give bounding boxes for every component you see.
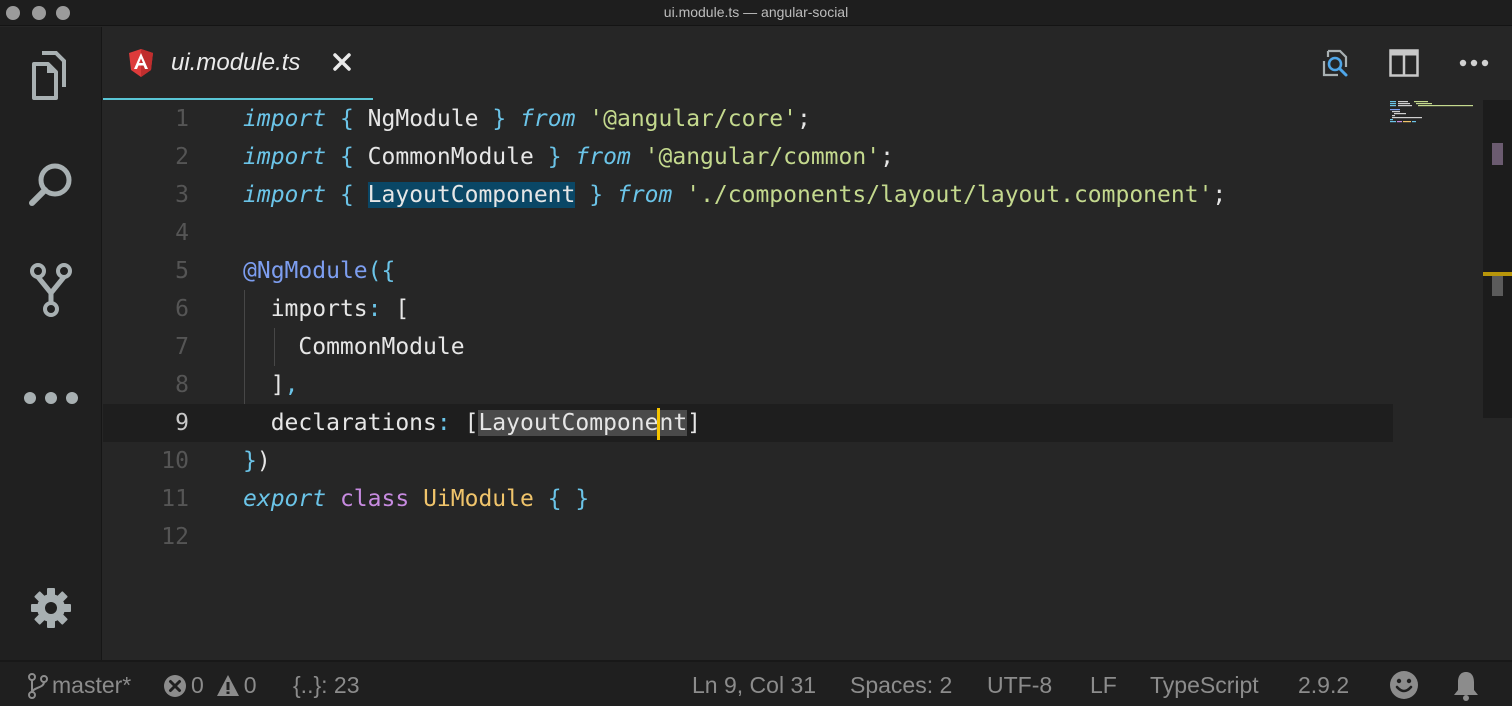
ts-version-label: 2.9.2 — [1298, 672, 1350, 698]
angular-icon — [129, 49, 153, 82]
line-number: 2 — [175, 144, 189, 170]
symbols-indicator[interactable]: {..}: 23 — [293, 672, 360, 699]
eol-label: LF — [1090, 672, 1117, 698]
split-editor-button[interactable] — [1386, 45, 1422, 81]
line-number: 8 — [175, 372, 189, 398]
activity-search[interactable] — [22, 155, 80, 213]
smiley-icon — [1390, 671, 1418, 699]
line-number: 7 — [175, 334, 189, 360]
language-mode[interactable]: TypeScript — [1150, 672, 1259, 699]
warning-icon — [216, 674, 239, 696]
code-line: 11 export class UiModule { } — [103, 480, 1393, 518]
window-title: ui.module.ts — angular-social — [663, 4, 849, 20]
code-text: declarations: [LayoutComponent] — [243, 404, 701, 442]
files-icon — [32, 50, 74, 100]
code-line: 12 — [103, 518, 1393, 556]
code-line: 5 @NgModule({ — [103, 252, 1393, 290]
activity-more[interactable] — [22, 369, 80, 427]
code-line: 7 CommonModule — [103, 328, 1393, 366]
status-bar: master* 0 0 {..}: 23 Ln 9, Col 31 Spaces… — [0, 660, 1512, 706]
end-of-line[interactable]: LF — [1090, 672, 1117, 699]
scrollbar-selection-marker — [1492, 276, 1503, 296]
code-line: 3 import { LayoutComponent } from './com… — [103, 176, 1393, 214]
code-text: import { CommonModule } from '@angular/c… — [243, 144, 894, 170]
more-actions-button[interactable] — [1456, 45, 1492, 81]
word-highlight: LayoutComponent — [478, 407, 688, 440]
encoding-label: UTF-8 — [987, 672, 1053, 698]
open-changes-button[interactable] — [1318, 45, 1354, 81]
code-text: }) — [243, 448, 271, 474]
code-line: 4 — [103, 214, 1393, 252]
code-text: export class UiModule { } — [243, 486, 590, 512]
activity-source-control[interactable] — [22, 261, 80, 319]
problems-indicator[interactable]: 0 0 — [163, 672, 257, 699]
code-line: 8 ], — [103, 366, 1393, 404]
cursor-position[interactable]: Ln 9, Col 31 — [692, 672, 816, 699]
indentation-label: Spaces: 2 — [850, 672, 953, 698]
current-line: 9 declarations: [LayoutComponent] — [103, 404, 1393, 442]
encoding[interactable]: UTF-8 — [987, 672, 1052, 699]
code-line: 1 import { NgModule } from '@angular/cor… — [103, 100, 1393, 138]
error-count: 0 — [191, 672, 204, 698]
line-number: 11 — [161, 486, 189, 512]
git-branch-icon — [28, 672, 48, 699]
line-number: 4 — [175, 220, 189, 246]
line-number: 12 — [161, 524, 189, 550]
cursor-position-label: Ln 9, Col 31 — [692, 672, 817, 698]
activity-explorer[interactable] — [22, 47, 80, 105]
git-branch[interactable]: master* — [28, 672, 131, 699]
tab-ui-module[interactable]: ui.module.ts — [103, 27, 373, 100]
code-text: imports: [ — [270, 296, 410, 322]
source-control-icon — [30, 263, 72, 317]
gear-icon — [31, 588, 71, 628]
scrollbar-find-marker — [1492, 143, 1503, 165]
code-line: 2 import { CommonModule } from '@angular… — [103, 138, 1393, 176]
split-editor-icon — [1389, 49, 1419, 77]
line-number: 9 — [175, 410, 189, 436]
find-highlight: LayoutComponent — [367, 182, 576, 208]
vertical-scrollbar[interactable] — [1483, 100, 1512, 418]
line-number: 6 — [175, 296, 189, 322]
notifications-button[interactable] — [1452, 670, 1480, 702]
code-line: 10 }) — [103, 442, 1393, 480]
close-icon[interactable] — [331, 51, 353, 73]
indentation[interactable]: Spaces: 2 — [850, 672, 952, 699]
code-text: ], — [270, 372, 299, 398]
line-number: 3 — [175, 182, 189, 208]
activity-bar — [0, 27, 102, 660]
search-file-icon — [1322, 49, 1348, 77]
tab-bar: ui.module.ts — [103, 27, 1512, 100]
code-text: @NgModule({ — [243, 258, 396, 284]
symbols-count: {..}: 23 — [293, 672, 360, 698]
code-line: 6 imports: [ — [103, 290, 1393, 328]
feedback-button[interactable] — [1389, 670, 1419, 700]
code-text: import { NgModule } from '@angular/core'… — [243, 106, 811, 132]
code-text: CommonModule — [298, 334, 465, 360]
line-number: 5 — [175, 258, 189, 284]
branch-name: master* — [52, 672, 132, 698]
more-icon — [24, 392, 78, 404]
line-number: 10 — [161, 448, 189, 474]
minimap[interactable] — [1388, 100, 1488, 130]
title-bar: ui.module.ts — angular-social — [0, 0, 1512, 26]
language-label: TypeScript — [1150, 672, 1259, 698]
activity-settings[interactable] — [22, 579, 80, 637]
warning-count: 0 — [243, 672, 257, 698]
bell-icon — [1454, 672, 1478, 701]
line-number: 1 — [175, 106, 189, 132]
ellipsis-icon — [1459, 59, 1489, 67]
typescript-version[interactable]: 2.9.2 — [1298, 672, 1349, 699]
code-editor[interactable]: 1 import { NgModule } from '@angular/cor… — [103, 100, 1512, 660]
code-text: import { LayoutComponent } from './compo… — [243, 182, 1227, 208]
search-icon — [29, 163, 72, 206]
error-icon — [164, 674, 186, 697]
tab-label: ui.module.ts — [171, 49, 301, 76]
